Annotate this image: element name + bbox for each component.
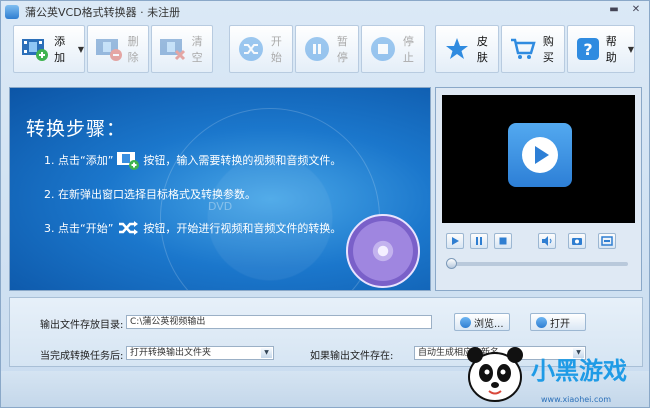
stop-icon [368,33,399,65]
steps-title: 转换步骤： [26,118,127,140]
stop-icon [499,237,507,245]
chevron-down-icon[interactable]: ▼ [628,45,634,54]
player-fullscreen-button[interactable] [598,233,616,249]
help-icon: ? [574,33,602,65]
player-stop-button[interactable] [494,233,512,249]
shuffle-icon [116,218,140,238]
seek-bar[interactable] [448,262,628,266]
after-done-label: 当完成转换任务后: [40,351,124,362]
film-remove-icon [94,33,124,65]
step-2: 2. 在新弹出窗口选择目标格式及转换参数。 [44,186,256,202]
step-3: 3. 点击“开始” 按钮，开始进行视频和音频文件的转换。 [44,218,341,238]
if-exists-label: 如果输出文件存在: [310,351,394,362]
player-play-button[interactable] [446,233,464,249]
browse-button[interactable]: 浏览... [454,313,510,331]
video-screen [442,95,635,223]
minimize-icon[interactable]: ▬ [605,3,623,17]
watermark-url: www.xiaohei.com [541,395,612,404]
film-add-icon [20,33,50,65]
browse-button-label: 浏览... [474,318,504,330]
pause-button-label: 暂停 [336,35,348,64]
buy-button-label: 购买 [542,35,554,64]
output-dir-field[interactable]: C:\蒲公英视频输出 [126,315,432,329]
toolbar: 添加 ▼ 删除 清空 开始 暂停 停止 皮肤 购买 ? 帮助 ▼ [9,23,643,75]
add-button-label: 添加 [54,35,66,64]
star-icon [442,33,473,65]
conversion-steps-panel: DVD 转换步骤： 1. 点击“添加” 按钮，输入需要转换的视频和音频文件。 2… [9,87,431,291]
step-3-text-a: 3. 点击“开始” [44,222,114,235]
seek-handle[interactable] [446,258,457,269]
after-done-select[interactable]: 打开转换输出文件夹 ▼ [126,346,274,360]
clear-button[interactable]: 清空 [151,25,213,73]
cart-icon [508,33,539,65]
open-button[interactable]: 打开 [530,313,586,331]
remove-button-label: 删除 [127,35,139,64]
pause-icon [302,33,333,65]
add-button[interactable]: 添加 ▼ [13,25,85,73]
panda-mascot-icon [463,343,527,405]
play-icon [452,237,459,245]
clear-button-label: 清空 [191,35,203,64]
step-1: 1. 点击“添加” 按钮，输入需要转换的视频和音频文件。 [44,150,341,170]
fullscreen-icon [601,236,613,246]
folder-browse-icon [460,316,471,328]
snapshot-icon [572,238,582,245]
start-button[interactable]: 开始 [229,25,293,73]
pause-button[interactable]: 暂停 [295,25,359,73]
buy-button[interactable]: 购买 [501,25,565,73]
pause-icon [476,237,482,245]
watermark-logo-text: 小黑游戏 [531,357,627,385]
close-icon[interactable]: ✕ [627,3,645,17]
help-button[interactable]: ? 帮助 ▼ [567,25,635,73]
step-1-text-a: 1. 点击“添加” [44,154,114,167]
app-window: 蒲公英VCD格式转换器 · 未注册 ▬ ✕ 添加 ▼ 删除 清空 开始 暂停 停… [0,0,650,408]
player-pause-button[interactable] [470,233,488,249]
preview-player [435,87,642,291]
step-1-text-b: 按钮，输入需要转换的视频和音频文件。 [143,154,342,167]
chevron-down-icon[interactable]: ▼ [261,348,272,358]
step-3-text-b: 按钮，开始进行视频和音频文件的转换。 [143,222,342,235]
player-volume-button[interactable] [538,233,556,249]
skin-button-label: 皮肤 [476,35,488,64]
film-clear-icon [158,33,188,65]
output-dir-label: 输出文件存放目录: [40,320,124,331]
stop-button[interactable]: 停止 [361,25,425,73]
disc-icon [346,214,420,288]
help-button-label: 帮助 [605,35,617,64]
open-button-label: 打开 [550,318,570,330]
volume-icon [542,236,552,246]
step-2-text: 2. 在新弹出窗口选择目标格式及转换参数。 [44,188,256,201]
app-logo-icon [5,5,19,19]
window-title: 蒲公英VCD格式转换器 · 未注册 [25,6,181,19]
svg-text:?: ? [583,40,592,59]
skin-button[interactable]: 皮肤 [435,25,499,73]
open-folder-icon [536,316,547,328]
after-done-value: 打开转换输出文件夹 [130,348,212,358]
chevron-down-icon[interactable]: ▼ [78,45,84,54]
start-button-label: 开始 [270,35,282,64]
shuffle-icon [236,33,267,65]
stop-button-label: 停止 [402,35,414,64]
remove-button[interactable]: 删除 [87,25,149,73]
film-add-icon [116,150,140,170]
title-bar[interactable]: 蒲公英VCD格式转换器 · 未注册 ▬ ✕ [1,1,649,23]
window-controls: ▬ ✕ [605,3,645,17]
player-snapshot-button[interactable] [568,233,586,249]
play-icon[interactable] [508,123,572,187]
